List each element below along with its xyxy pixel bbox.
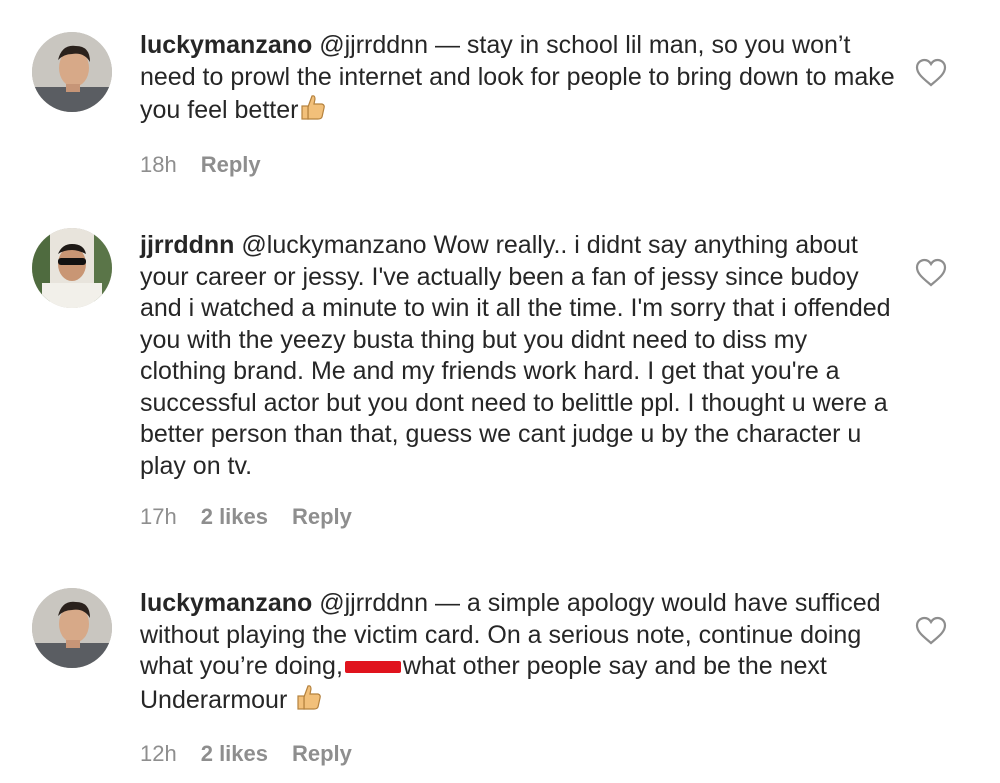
thumbs-up-icon [300,93,326,130]
reply-button[interactable]: Reply [292,741,352,767]
comment-meta: 17h 2 likes Reply [140,504,900,530]
redaction-mark [344,661,401,674]
thumbs-up-icon [296,683,322,720]
avatar[interactable] [32,588,112,668]
comment-body: luckymanzano @jjrrddnn — a simple apolog… [140,588,900,767]
likes-count[interactable]: 2 likes [201,741,268,767]
comment-time: 17h [140,504,177,529]
comment-text: luckymanzano @jjrrddnn — stay in school … [140,30,900,130]
mention-link[interactable]: @luckymanzano [241,231,426,259]
comment-body: luckymanzano @jjrrddnn — stay in school … [140,30,900,178]
comment-username[interactable]: luckymanzano [140,589,312,617]
comment-body: jjrrddnn @luckymanzano Wow really.. i di… [140,230,900,530]
reply-button[interactable]: Reply [201,152,261,178]
comment-time: 12h [140,741,177,766]
mention-link[interactable]: @jjrrddnn [319,589,428,617]
avatar[interactable] [32,228,112,308]
comment-time: 18h [140,151,177,177]
avatar[interactable] [32,32,112,112]
heart-icon[interactable] [914,258,948,288]
comment-username[interactable]: luckymanzano [140,31,312,59]
comment-text: luckymanzano @jjrrddnn — a simple apolog… [140,588,900,719]
comment-username[interactable]: jjrrddnn [140,231,234,259]
comment-text: jjrrddnn @luckymanzano Wow really.. i di… [140,230,900,482]
comment-meta: 12h 2 likes Reply [140,741,900,767]
mention-link[interactable]: @jjrrddnn [319,31,428,59]
reply-button[interactable]: Reply [292,504,352,530]
likes-count[interactable]: 2 likes [201,504,268,530]
comment-meta: 18h Reply [140,152,900,178]
heart-icon[interactable] [914,616,948,646]
heart-icon[interactable] [914,58,948,88]
comment-message: Wow really.. i didnt say anything about … [140,231,891,480]
